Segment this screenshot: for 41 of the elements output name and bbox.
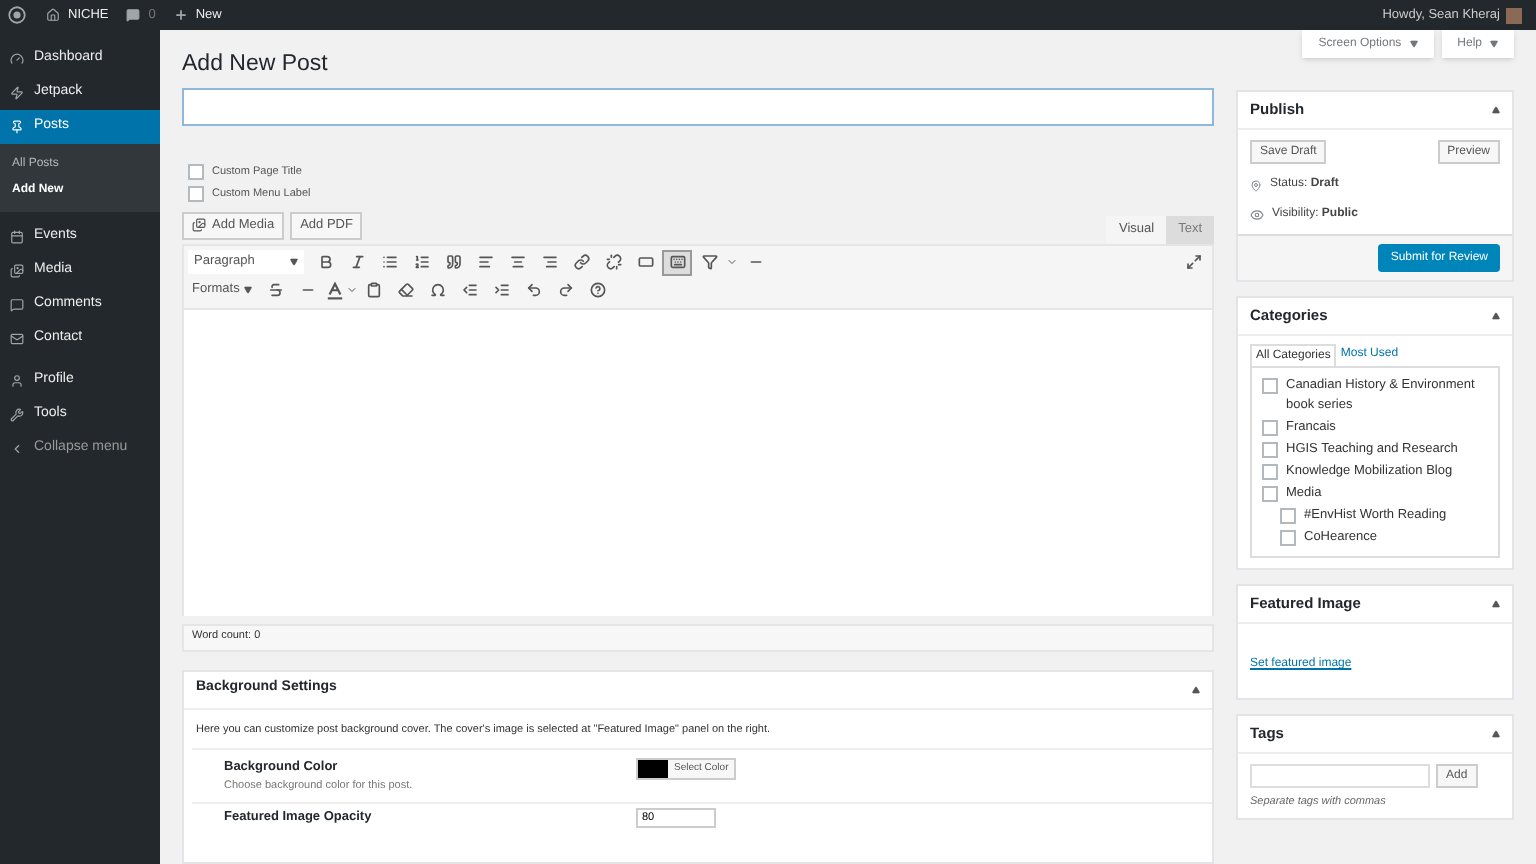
caret-icon [243,286,252,294]
speech-bubble-icon [10,298,24,312]
pin-icon [1250,179,1262,191]
collapse-triangle-icon[interactable] [1492,730,1500,738]
wrench-icon [10,408,24,422]
logo-icon[interactable] [8,6,26,24]
images-icon [10,264,24,278]
toolbar-toggle-icon[interactable] [662,249,692,275]
calendar-icon [10,230,24,244]
person-icon [10,374,24,388]
avatar-placeholder [1506,7,1522,23]
speech-bubble-icon[interactable] [126,8,141,22]
checkbox[interactable] [1280,530,1296,546]
lightning-icon [10,86,24,100]
home-icon[interactable] [46,8,60,22]
checkbox[interactable] [188,186,204,203]
checkbox[interactable] [1262,378,1278,394]
caret-icon [290,258,298,266]
checkbox[interactable] [1262,420,1278,436]
checkbox[interactable] [1280,508,1296,524]
envelope-icon [10,332,24,346]
page-title: Add New Post [182,50,330,80]
title-input-field[interactable] [182,88,1214,126]
pin-icon [10,120,24,134]
caret-icon [1409,40,1418,48]
checkbox[interactable] [1262,464,1278,480]
plus-icon[interactable] [173,8,188,22]
tag-input-field[interactable] [1250,764,1430,788]
caret-icon [1490,40,1498,48]
checkbox[interactable] [1262,486,1278,502]
text-color-icon[interactable] [325,281,344,299]
checkbox[interactable] [1262,442,1278,458]
checkbox[interactable] [188,164,204,181]
dashboard-gauge-icon [10,52,24,66]
eye-icon [1250,208,1264,222]
collapse-triangle-icon[interactable] [1492,106,1500,114]
images-icon [192,218,206,232]
collapse-triangle-icon[interactable] [1492,600,1500,608]
color-swatch [638,759,668,778]
collapse-triangle-icon[interactable] [1492,312,1500,320]
collapse-triangle-icon[interactable] [1192,685,1200,693]
